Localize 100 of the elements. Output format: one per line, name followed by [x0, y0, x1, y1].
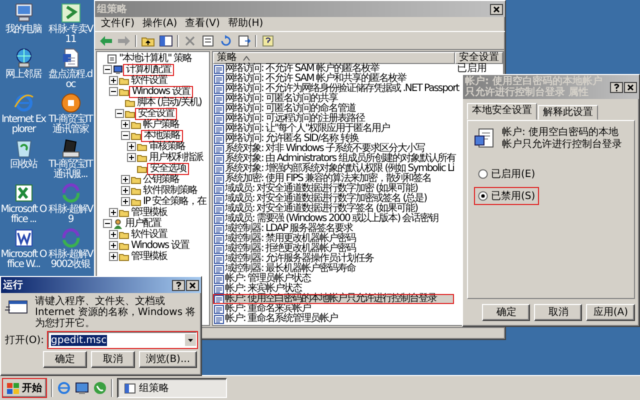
menu-item[interactable]: 操作(A): [142, 18, 178, 30]
close-icon[interactable]: [186, 280, 199, 290]
desktop-icon-label[interactable]: TI-商贸宝IT通讯服...: [47, 160, 94, 180]
policy-row[interactable]: 网络访问: 可远程访问的注册表路径: [213, 114, 454, 124]
policy-row[interactable]: 网络访问: 不允许 SAM 帐户和共享的匿名枚举: [213, 74, 454, 84]
desktop-icon-label[interactable]: 科脉-专卖V11: [47, 25, 94, 45]
tree-item[interactable]: 用户配置: [124, 218, 162, 228]
policy-row[interactable]: 网络访问: 可匿名访问的命名管道: [213, 104, 454, 114]
policy-row[interactable]: 系统对象: 对非 Windows 子系统不要求区分大小写: [213, 144, 454, 154]
window-title: 运行: [3, 280, 23, 290]
word-document-icon: [12, 228, 34, 248]
policy-row[interactable]: 域控制器: 拒绝更改机器帐户密码: [213, 244, 454, 254]
dialog-button[interactable]: 应用(A): [586, 304, 635, 321]
policy-row[interactable]: 域成员: 对安全通道数据进行数字签名 (如果可能): [213, 204, 454, 214]
help-icon[interactable]: [610, 82, 623, 92]
expand-icon[interactable]: [121, 186, 130, 195]
policy-row[interactable]: 帐户: 来宾帐户状态: [213, 284, 454, 294]
policy-name: 帐户: 管理员帐户状态: [225, 274, 312, 284]
policy-name: 帐户: 来宾帐户状态: [225, 284, 302, 294]
radio-option[interactable]: 已禁用(S): [474, 187, 540, 205]
collapse-icon[interactable]: [103, 65, 112, 74]
refresh-icon[interactable]: [219, 34, 233, 46]
open-field[interactable]: gpedit.msc: [48, 332, 197, 348]
expand-icon[interactable]: [127, 142, 136, 151]
policy-row[interactable]: 网络访问: 让"每个人"权限应用于匿名用户: [213, 124, 454, 134]
tree-item[interactable]: IP 安全策略，在: [142, 196, 208, 206]
desktop-icon-label[interactable]: 科脉-超解V9002收银: [47, 250, 94, 270]
tree-item[interactable]: 管理模板: [130, 208, 168, 218]
dialog-button[interactable]: 取消: [90, 351, 135, 368]
expand-icon[interactable]: [109, 252, 118, 261]
tree-item[interactable]: 帐户策略: [142, 120, 180, 130]
tree-item[interactable]: 用户权利指派: [148, 152, 204, 162]
policy-row[interactable]: 帐户: 管理员帐户状态: [213, 274, 454, 284]
tree-item[interactable]: 脚本 (启动/关机): [136, 98, 202, 108]
policy-row[interactable]: 域成员: 对安全通道数据进行数字加密 (如果可能): [213, 184, 454, 194]
menu-item[interactable]: 帮助(H): [228, 18, 264, 30]
tab[interactable]: 解释此设置: [538, 105, 598, 120]
column-header[interactable]: 策略: [213, 52, 455, 64]
desktop-icon[interactable]: [75, 381, 89, 395]
tree-item[interactable]: 管理模板: [130, 252, 168, 262]
policy-row[interactable]: 域成员: 对安全通道数据进行数字加密或签名 (总是): [213, 194, 454, 204]
dialog-button[interactable]: 浏览(B)...: [138, 351, 197, 368]
start-button[interactable]: 开始: [2, 378, 47, 398]
close-icon[interactable]: [490, 4, 503, 14]
collapse-icon[interactable]: [109, 87, 118, 96]
expand-icon[interactable]: [109, 241, 118, 250]
radio-circle-icon[interactable]: [478, 169, 488, 179]
tree-item[interactable]: 公钥策略: [142, 174, 180, 184]
policy-row[interactable]: 域控制器: LDAP 服务器签名要求: [213, 224, 454, 234]
expand-icon[interactable]: [109, 230, 118, 239]
folder-up-icon[interactable]: [141, 34, 155, 46]
tree-item[interactable]: Windows 设置: [130, 240, 190, 250]
menu-item[interactable]: 文件(F): [101, 18, 135, 30]
desktop-icon-label[interactable]: Microsoft Office ...: [0, 205, 47, 225]
dialog-button[interactable]: 确定: [42, 351, 87, 368]
export-list-icon[interactable]: [237, 34, 251, 46]
radio-circle-icon[interactable]: [478, 191, 488, 201]
desktop-icon-label[interactable]: 回收站: [0, 160, 47, 170]
policy-row[interactable]: 网络访问: 可匿名访问的共享: [213, 94, 454, 104]
desktop-icon-label[interactable]: 科脉-超解V9: [47, 205, 94, 225]
dialog-button[interactable]: 取消: [534, 304, 582, 321]
properties-icon[interactable]: [201, 34, 215, 46]
menu-item[interactable]: 查看(V): [185, 18, 220, 30]
collapse-icon[interactable]: [121, 131, 130, 140]
desktop-icon-label[interactable]: 盘点流程.doc: [47, 70, 94, 90]
policy-row[interactable]: 网络访问: 允许匿名 SID/名称 转换: [213, 134, 454, 144]
tree-item[interactable]: 软件设置: [130, 76, 168, 86]
tab[interactable]: 本地安全设置: [467, 103, 537, 120]
tree-pane-icon[interactable]: [159, 34, 173, 46]
desktop-icon-label[interactable]: Internet Explorer: [0, 115, 47, 135]
expand-icon[interactable]: [109, 208, 118, 217]
desktop-icon-label[interactable]: 网上邻居: [0, 70, 47, 80]
close-icon[interactable]: [624, 82, 637, 92]
help-icon[interactable]: [261, 34, 275, 46]
tree-item[interactable]: 软件限制策略: [142, 186, 198, 196]
collapse-icon[interactable]: [115, 109, 124, 118]
policy-row[interactable]: 网络访问: 不允许 SAM 帐户的匿名枚举 已启用: [213, 64, 487, 74]
policy-name: 网络访问: 让"每个人"权限应用于匿名用户: [225, 124, 391, 134]
expand-icon[interactable]: [121, 120, 130, 129]
policy-row[interactable]: 域控制器: 禁用更改机器帐户密码: [213, 234, 454, 244]
help-icon[interactable]: [172, 280, 185, 290]
expand-icon[interactable]: [121, 175, 130, 184]
policy-row[interactable]: 域控制器: 允许服务器操作员计划任务: [213, 254, 454, 264]
desktop-icon-label[interactable]: TI-商贸宝IT通讯管家: [47, 115, 94, 135]
tree-item[interactable]: 软件设置: [130, 230, 168, 240]
dialog-button[interactable]: 确定: [482, 304, 530, 321]
collapse-icon[interactable]: [103, 219, 112, 228]
expand-icon[interactable]: [121, 197, 130, 206]
radio-option[interactable]: 已启用(E): [474, 165, 540, 183]
tree-item[interactable]: "本地计算机" 策略: [118, 54, 192, 64]
desktop-icon-label[interactable]: 我的电脑: [0, 25, 47, 35]
desktop-icon-label[interactable]: Microsoft Office W...: [0, 250, 47, 270]
policy-row[interactable]: 域控制器: 最长机器帐户密码寿命: [213, 264, 454, 274]
expand-icon[interactable]: [109, 76, 118, 85]
expand-icon[interactable]: [127, 153, 136, 162]
tree-item[interactable]: 审核策略: [148, 142, 186, 152]
swirl-icon: [60, 228, 82, 248]
policy-row[interactable]: 帐户: 重命名系统管理员帐户: [213, 314, 454, 324]
policy-name: 网络访问: 可匿名访问的共享: [225, 94, 338, 104]
taskbar-button[interactable]: 组策略: [117, 378, 227, 398]
